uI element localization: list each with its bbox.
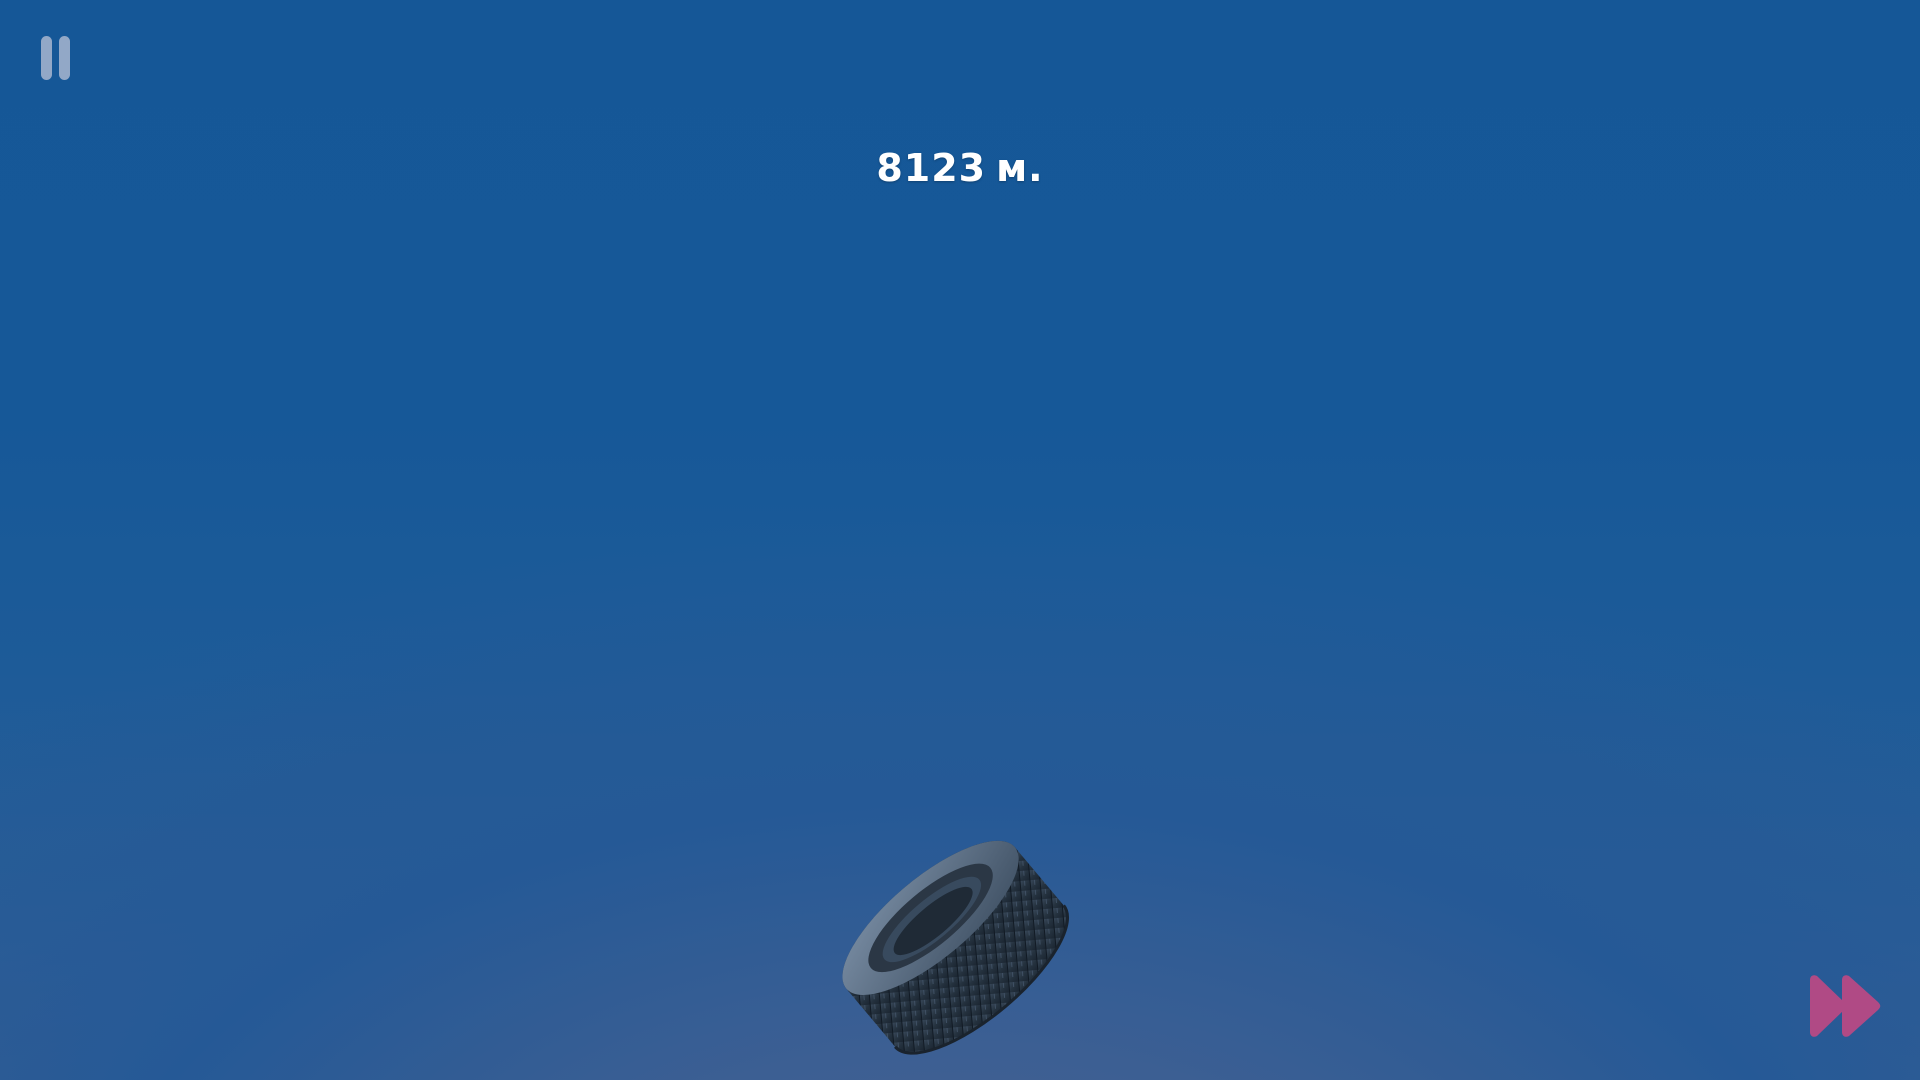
pause-button[interactable] bbox=[38, 36, 78, 82]
distance-value: 8123 bbox=[876, 146, 987, 190]
tire-sprite bbox=[842, 840, 1070, 1055]
pause-icon-bar-left bbox=[41, 36, 52, 80]
fast-forward-button[interactable] bbox=[1806, 974, 1886, 1038]
fast-forward-icon bbox=[1810, 975, 1881, 1037]
distance-counter: 8123 м. bbox=[760, 146, 1160, 190]
pause-icon-bar-right bbox=[59, 36, 70, 80]
distance-unit: м. bbox=[996, 146, 1044, 190]
